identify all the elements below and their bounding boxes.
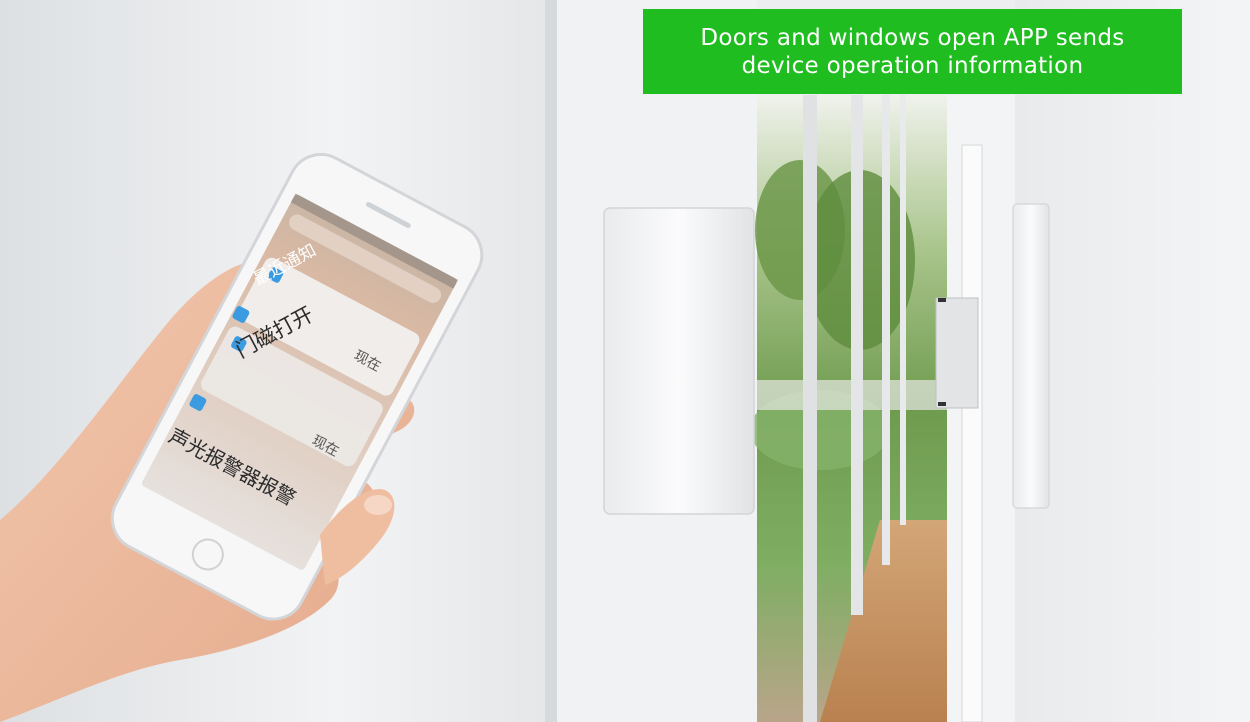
banner-line-1: Doors and windows open APP sends [700, 24, 1125, 51]
caption-banner: Doors and windows open APP sends device … [643, 9, 1182, 94]
photo-scene [0, 0, 1250, 722]
banner-line-2: device operation information [741, 52, 1084, 79]
